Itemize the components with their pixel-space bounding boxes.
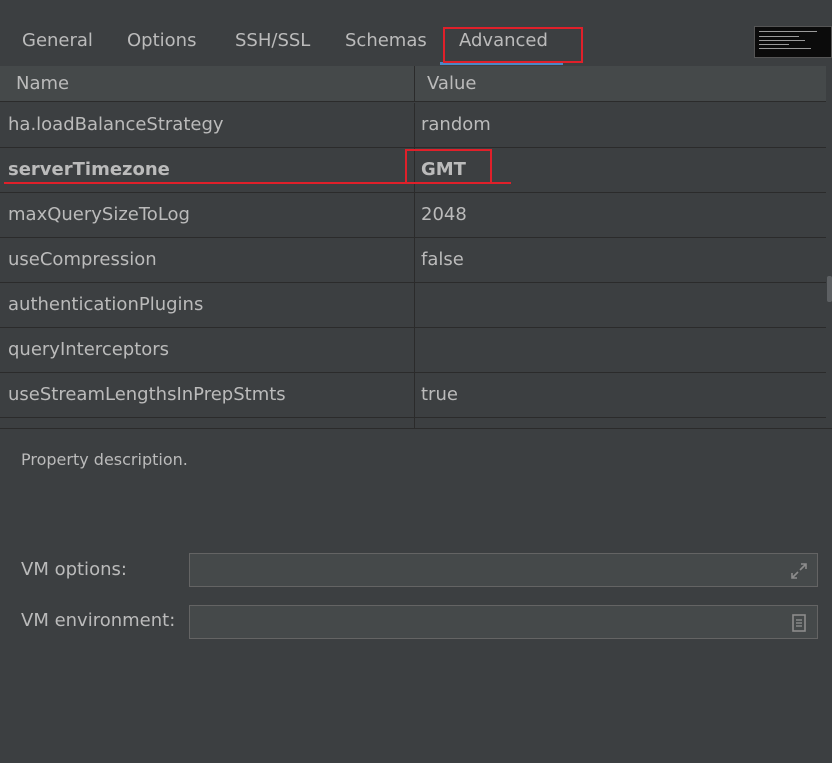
- property-value[interactable]: 2048: [421, 193, 467, 237]
- property-name: useStreamLengthsInPrepStmts: [8, 384, 286, 405]
- property-name: queryInterceptors: [8, 339, 170, 360]
- vm-options-field[interactable]: [189, 553, 818, 587]
- tab-advanced[interactable]: Advanced: [459, 28, 548, 54]
- property-name: useCompression: [8, 249, 157, 270]
- document-icon[interactable]: [789, 613, 809, 633]
- table-row[interactable]: useCompression false: [0, 238, 826, 283]
- table-row[interactable]: serverTimezone GMT: [0, 148, 826, 193]
- table-scrollbar-thumb[interactable]: [827, 276, 832, 302]
- property-value[interactable]: random: [421, 103, 491, 147]
- column-header-name[interactable]: Name: [16, 66, 69, 102]
- property-value[interactable]: true: [421, 373, 458, 417]
- vm-environment-field[interactable]: [189, 605, 818, 639]
- property-name: authenticationPlugins: [8, 294, 204, 315]
- table-row[interactable]: maxQuerySizeToLog 2048: [0, 193, 826, 238]
- table-row[interactable]: authenticationPlugins: [0, 283, 826, 328]
- tab-schemas[interactable]: Schemas: [345, 28, 427, 54]
- properties-table: Name Value ha.loadBalanceStrategy random…: [0, 66, 826, 428]
- table-row[interactable]: useStreamLengthsInPrepStmts true: [0, 373, 826, 418]
- property-name: serverTimezone: [8, 159, 170, 180]
- property-name: ha.loadBalanceStrategy: [8, 114, 224, 135]
- vm-options-input[interactable]: [196, 558, 780, 584]
- property-value[interactable]: GMT: [421, 148, 466, 192]
- tab-general[interactable]: General: [22, 28, 93, 54]
- table-row[interactable]: queryInterceptors: [0, 328, 826, 373]
- tab-ssh-ssl[interactable]: SSH/SSL: [235, 28, 310, 54]
- vm-environment-label: VM environment:: [21, 610, 176, 631]
- active-tab-indicator: [440, 62, 563, 65]
- window-thumbnail: [754, 26, 832, 58]
- table-scrollbar-track[interactable]: [826, 66, 832, 428]
- column-divider[interactable]: [414, 66, 415, 102]
- property-description: Property description.: [21, 450, 188, 469]
- table-row-partial[interactable]: [0, 418, 826, 428]
- table-header: Name Value: [0, 66, 826, 102]
- expand-icon[interactable]: [789, 561, 809, 581]
- section-divider: [0, 428, 832, 429]
- property-value[interactable]: false: [421, 238, 464, 282]
- column-header-value[interactable]: Value: [427, 66, 476, 102]
- vm-environment-input[interactable]: [196, 610, 780, 636]
- property-name: maxQuerySizeToLog: [8, 204, 190, 225]
- table-row[interactable]: ha.loadBalanceStrategy random: [0, 103, 826, 148]
- vm-options-label: VM options:: [21, 559, 127, 580]
- tab-options[interactable]: Options: [127, 28, 196, 54]
- tab-bar: General Options SSH/SSL Schemas Advanced: [0, 0, 832, 66]
